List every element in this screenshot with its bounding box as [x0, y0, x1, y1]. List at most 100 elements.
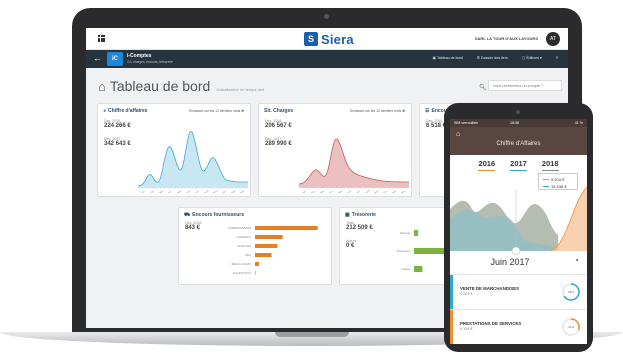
expand-icon[interactable]: ✖	[241, 109, 244, 113]
item-value: 9 204 €	[460, 292, 473, 296]
bank-icon: ▦	[345, 212, 350, 218]
bar	[255, 253, 272, 257]
stat-fournisseurs-2018: Déc. 2018 843 €	[185, 221, 202, 232]
x-tick-label: Oct	[221, 189, 227, 195]
ca-trend-chart: Jan Fév Mar Avr Mai Juin Juil Août Sep Oct Nov Déc	[138, 131, 248, 195]
account-search-input[interactable]	[488, 80, 562, 91]
user-avatar[interactable]: AT	[546, 32, 560, 46]
bar-label: Banque	[400, 231, 410, 235]
card-chiffre-affaires[interactable]: ◕ Chiffre d'affaires Tendance sur les 12 …	[97, 103, 251, 197]
top-header: S Siera SARL LA TOUR D'AUX LAYOURS AT	[86, 28, 568, 50]
nav-link-tiers[interactable]: ☰ Dossier des tiers	[477, 56, 508, 60]
siera-logo[interactable]: S Siera	[304, 31, 354, 47]
app-name: i-Comptes	[127, 53, 152, 59]
x-tick-label: Fév	[149, 188, 155, 194]
x-tick-label: Avr	[167, 189, 173, 195]
item-percent: 41%	[568, 325, 574, 329]
phone-camera	[516, 110, 520, 114]
x-tick-label: Oct	[382, 189, 388, 195]
nav-link-editions[interactable]: ▢ Éditions ▾	[522, 56, 542, 60]
item-value: 6 334 €	[460, 327, 473, 331]
x-tick-label: Juil	[355, 189, 361, 195]
card-title: ⛟ Encours fournisseurs	[184, 212, 244, 218]
page-title-row: ⌂ Tableau de bord Actualisation en temps…	[98, 78, 264, 94]
list-item[interactable]: VENTE DE MARCHANDISES 9 204 € 59%	[450, 275, 587, 309]
company-name[interactable]: SARL LA TOUR D'AUX LAYOURS	[475, 36, 538, 41]
x-tick-label: Jan	[301, 189, 307, 195]
selected-month: Juin 2017	[490, 257, 530, 267]
app-subtitle: CA, charges, encours, trésorerie	[127, 60, 173, 64]
device-mockup: S Siera SARL LA TOUR D'AUX LAYOURS AT ← …	[0, 0, 623, 354]
x-tick-label: Août	[203, 188, 210, 195]
bar-label: ZOOLAND	[237, 244, 251, 248]
x-tick-label: Mar	[158, 189, 164, 195]
x-tick-label: Avr	[328, 189, 334, 195]
nav-link-dashboard[interactable]: ▣ Tableau de bord	[433, 56, 463, 60]
phone-screen: SIM verrouillée 16:38 41 % ⌂ Chiffre d'A…	[450, 119, 587, 344]
year-tab-2017[interactable]: 2017	[510, 159, 527, 171]
apps-grid-icon[interactable]	[98, 35, 105, 42]
phone-status-bar: SIM verrouillée 16:38 41 %	[450, 119, 587, 127]
card-title: Sit. Charges	[264, 108, 294, 114]
truck-icon: ⛟	[184, 212, 191, 218]
item-color-bar	[450, 275, 453, 309]
x-tick-label: Nov	[391, 188, 398, 194]
x-tick-label: Fév	[310, 188, 316, 194]
legend-item-2017: 15 538 €	[543, 184, 567, 189]
expand-icon[interactable]: ✖	[402, 109, 405, 113]
siera-logo-text: Siera	[321, 31, 354, 47]
stat-ca-2017: Déc. 2017 342 643 €	[104, 137, 131, 148]
phone-ca-chart	[450, 186, 587, 256]
legend-item-2016: 9 204 €	[543, 177, 564, 182]
stat-charges-2018: Déc. 2018 206 567 €	[265, 119, 292, 130]
fournisseurs-bar-chart: HOBBIES BAZAR LUMINEUX ZOOLAND SEO REGUL ACH…	[228, 226, 318, 275]
item-label: VENTE DE MARCHANDISES	[460, 286, 520, 291]
stat-charges-2017: Déc. 2017 289 990 €	[265, 137, 292, 148]
card-title: ◕ Chiffre d'affaires	[103, 108, 148, 114]
pie-chart-icon[interactable]: ◔	[574, 256, 579, 265]
bar-label: ACHATS DIVS	[233, 271, 252, 275]
item-label: PRESTATIONS DE SERVICES	[460, 321, 522, 326]
year-tab-2018[interactable]: 2018	[541, 159, 559, 171]
year-tabs: 2016 2017 2018	[450, 159, 587, 171]
page-subtitle: Actualisation en temps réel	[216, 87, 265, 92]
card-charges[interactable]: Sit. Charges Tendance sur les 12 dernier…	[258, 103, 412, 197]
x-tick-label: Juin	[346, 188, 353, 194]
laptop-camera	[324, 14, 329, 19]
stat-ca-2018: Déc. 2018 224 266 €	[104, 119, 131, 130]
clock-label: 16:38	[510, 121, 519, 125]
back-arrow-icon[interactable]: ←	[93, 53, 102, 63]
app-navbar: ← iC i-Comptes CA, charges, encours, tré…	[86, 50, 568, 68]
charges-trend-chart: Jan Fév Mar Avr Mai Juin Juil Août Sep Oct Nov Déc	[299, 138, 409, 195]
list-icon: ☰	[425, 108, 430, 114]
bar	[414, 230, 419, 236]
bar-label: SEO	[245, 253, 252, 257]
x-tick-label: Juin	[185, 188, 192, 194]
bar	[414, 266, 423, 272]
bar-label: HOBBIES BAZAR	[228, 226, 251, 230]
card-period: Tendance sur les 12 derniers mois ✖	[188, 109, 244, 113]
bar-label: REGUL ACHAT	[232, 262, 252, 266]
page-title: Tableau de bord	[109, 78, 211, 94]
phone-title: Chiffre d'Affaires	[496, 141, 541, 147]
home-icon[interactable]: ⌂	[456, 131, 460, 138]
bar	[255, 262, 259, 266]
list-item[interactable]: PRESTATIONS DE SERVICES 6 334 € 41%	[450, 310, 587, 344]
app-badge[interactable]: iC	[107, 52, 123, 66]
phone-frame: SIM verrouillée 16:38 41 % ⌂ Chiffre d'A…	[444, 103, 593, 352]
x-tick-label: Mai	[176, 189, 182, 195]
nav-links: ▣ Tableau de bord ☰ Dossier des tiers ▢ …	[433, 56, 558, 60]
help-icon[interactable]: ?	[556, 56, 558, 60]
x-tick-label: Déc	[239, 188, 246, 194]
home-icon: ⌂	[98, 79, 106, 94]
bar	[255, 271, 256, 275]
card-title: ▦ Trésorerie	[345, 212, 376, 218]
year-tab-2016[interactable]: 2016	[478, 159, 496, 171]
stat-tresorerie-total: Total 212 509 €	[346, 221, 373, 232]
siera-logo-mark: S	[304, 32, 318, 46]
bar-label: Placement	[397, 249, 410, 253]
chart-pie-icon: ◕	[103, 108, 107, 114]
x-tick-label: Sep	[373, 188, 380, 194]
x-tick-label: Août	[364, 188, 371, 195]
card-encours-fournisseurs[interactable]: ⛟ Encours fournisseurs Déc. 2018 843 € HOB…	[178, 207, 332, 285]
